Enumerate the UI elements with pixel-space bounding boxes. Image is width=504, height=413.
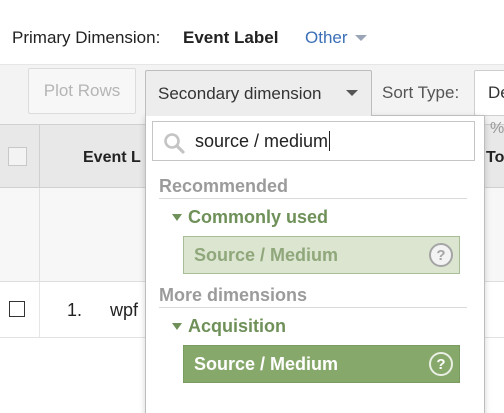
option-label: Source / Medium	[194, 353, 339, 374]
search-input-value: source / medium	[195, 131, 331, 151]
column-divider	[39, 282, 40, 338]
more-dimensions-heading: More dimensions	[159, 285, 308, 305]
sort-type-select[interactable]: De	[474, 70, 504, 116]
option-label: Source / Medium	[194, 244, 339, 265]
divider	[159, 307, 467, 308]
column-divider	[39, 125, 40, 189]
select-all-checkbox[interactable]	[8, 147, 27, 166]
recommended-heading: Recommended	[159, 176, 289, 196]
caret-down-icon	[172, 323, 182, 330]
secondary-dimension-label: Secondary dimension	[158, 83, 322, 103]
option-source-medium-recommended[interactable]: Source / Medium ?	[183, 236, 460, 274]
primary-dimension-value[interactable]: Event Label	[183, 28, 278, 48]
row-event-label-link[interactable]: wpf	[110, 300, 138, 321]
divider	[159, 198, 467, 199]
plot-rows-button[interactable]: Plot Rows	[28, 68, 136, 114]
sort-type-label: Sort Type:	[382, 83, 460, 102]
secondary-dimension-dropdown: source / medium Recommended Commonly use…	[145, 115, 485, 413]
total-percent: %	[490, 120, 504, 137]
primary-dimension-label: Primary Dimension:	[12, 28, 161, 47]
option-source-medium-acquisition[interactable]: Source / Medium ?	[183, 345, 460, 383]
dimension-search-input[interactable]: source / medium	[152, 121, 475, 161]
row-index: 1.	[67, 300, 83, 320]
help-icon[interactable]: ?	[429, 243, 453, 267]
total-column-header[interactable]: To	[486, 149, 504, 167]
chevron-down-icon[interactable]	[355, 35, 367, 41]
search-icon	[164, 133, 185, 154]
event-label-column-header[interactable]: Event L	[83, 149, 141, 167]
help-icon[interactable]: ?	[429, 352, 453, 376]
row-checkbox[interactable]	[9, 301, 25, 317]
chevron-down-icon	[346, 90, 358, 96]
acquisition-group[interactable]: Acquisition	[172, 316, 286, 337]
commonly-used-label: Commonly used	[188, 207, 329, 227]
commonly-used-group[interactable]: Commonly used	[172, 207, 328, 228]
other-dimension-link[interactable]: Other	[305, 28, 348, 48]
analytics-report: Primary Dimension: Event Label Other Plo…	[0, 0, 504, 413]
acquisition-label: Acquisition	[188, 316, 286, 336]
caret-down-icon	[172, 214, 182, 221]
primary-dimension-bar: Primary Dimension: Event Label Other	[0, 0, 504, 64]
column-divider	[39, 188, 40, 282]
secondary-dimension-button[interactable]: Secondary dimension	[145, 70, 372, 116]
